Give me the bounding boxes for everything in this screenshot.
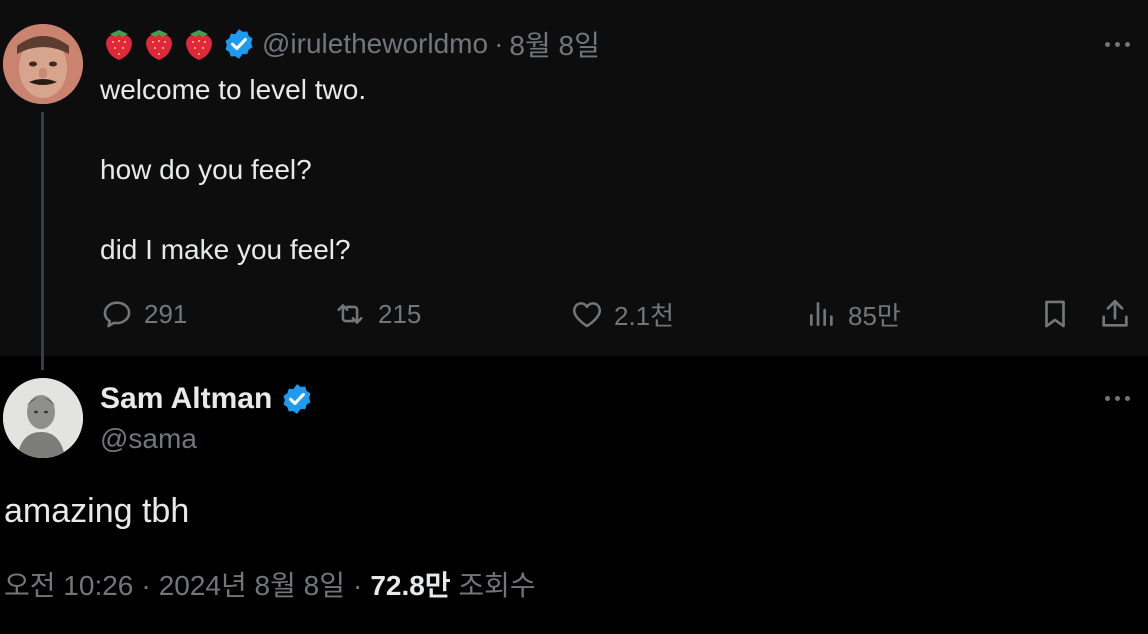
- heart-icon: [572, 302, 602, 328]
- avatar-image: [3, 378, 83, 458]
- strawberry-icon: [102, 26, 136, 62]
- reply-icon: [103, 301, 131, 328]
- verified-badge-icon: [280, 382, 314, 416]
- tweet-date[interactable]: 8월 8일: [509, 24, 599, 64]
- reply-button[interactable]: 291: [100, 292, 187, 336]
- thread-connector-line: [41, 112, 44, 370]
- more-options-icon[interactable]: [1097, 34, 1137, 54]
- user-handle[interactable]: @sama: [100, 420, 197, 458]
- views-label: 조회수: [458, 570, 536, 601]
- tweet-date[interactable]: 2024년 8월 8일: [159, 566, 345, 606]
- tweet-header: @iruletheworldmo · 8월 8일: [102, 24, 600, 64]
- more-options-icon[interactable]: [1097, 388, 1137, 408]
- tweet-line: [100, 110, 366, 150]
- separator: ·: [141, 570, 151, 601]
- avatar-image: [3, 24, 83, 104]
- tweet-time[interactable]: 오전 10:26: [4, 566, 133, 606]
- reply-count: 291: [144, 298, 188, 329]
- separator: ·: [352, 570, 363, 601]
- share-button[interactable]: [1098, 292, 1132, 336]
- tweet-actions: 291 215 2.1천 85만: [100, 292, 1140, 336]
- bookmark-button[interactable]: [1038, 292, 1072, 336]
- parent-tweet[interactable]: @iruletheworldmo · 8월 8일 welcome to leve…: [0, 0, 1148, 356]
- tweet-line: welcome to level two.: [100, 74, 367, 105]
- repost-button[interactable]: 215: [332, 292, 421, 336]
- avatar[interactable]: [3, 378, 83, 458]
- reply-header: Sam Altman: [100, 378, 314, 420]
- avatar[interactable]: [3, 24, 83, 104]
- repost-count: 215: [378, 298, 422, 329]
- views-count: 85만: [848, 300, 901, 331]
- share-icon: [1102, 299, 1128, 327]
- tweet-line: how do you feel?: [100, 154, 312, 185]
- repost-icon: [337, 304, 363, 324]
- views-count: 72.8만: [370, 570, 451, 601]
- tweet-text: welcome to level two. how do you feel? d…: [100, 70, 366, 270]
- bookmark-icon: [1045, 300, 1065, 328]
- views-button[interactable]: 85만: [806, 292, 901, 336]
- display-name[interactable]: Sam Altman: [100, 382, 272, 416]
- tweet-metadata: 오전 10:26 · 2024년 8월 8일 · 72.8만 조회수: [4, 566, 536, 606]
- strawberry-icon: [182, 26, 216, 62]
- reply-text: amazing tbh: [4, 492, 190, 530]
- analytics-icon: [810, 302, 833, 326]
- like-count: 2.1천: [614, 300, 675, 331]
- like-button[interactable]: 2.1천: [570, 292, 674, 336]
- separator: ·: [494, 28, 504, 59]
- tweet-line: [100, 190, 366, 230]
- strawberry-icon: [142, 26, 176, 62]
- verified-badge-icon: [222, 27, 256, 61]
- tweet-line: did I make you feel?: [100, 234, 351, 265]
- user-handle[interactable]: @iruletheworldmo: [262, 28, 488, 60]
